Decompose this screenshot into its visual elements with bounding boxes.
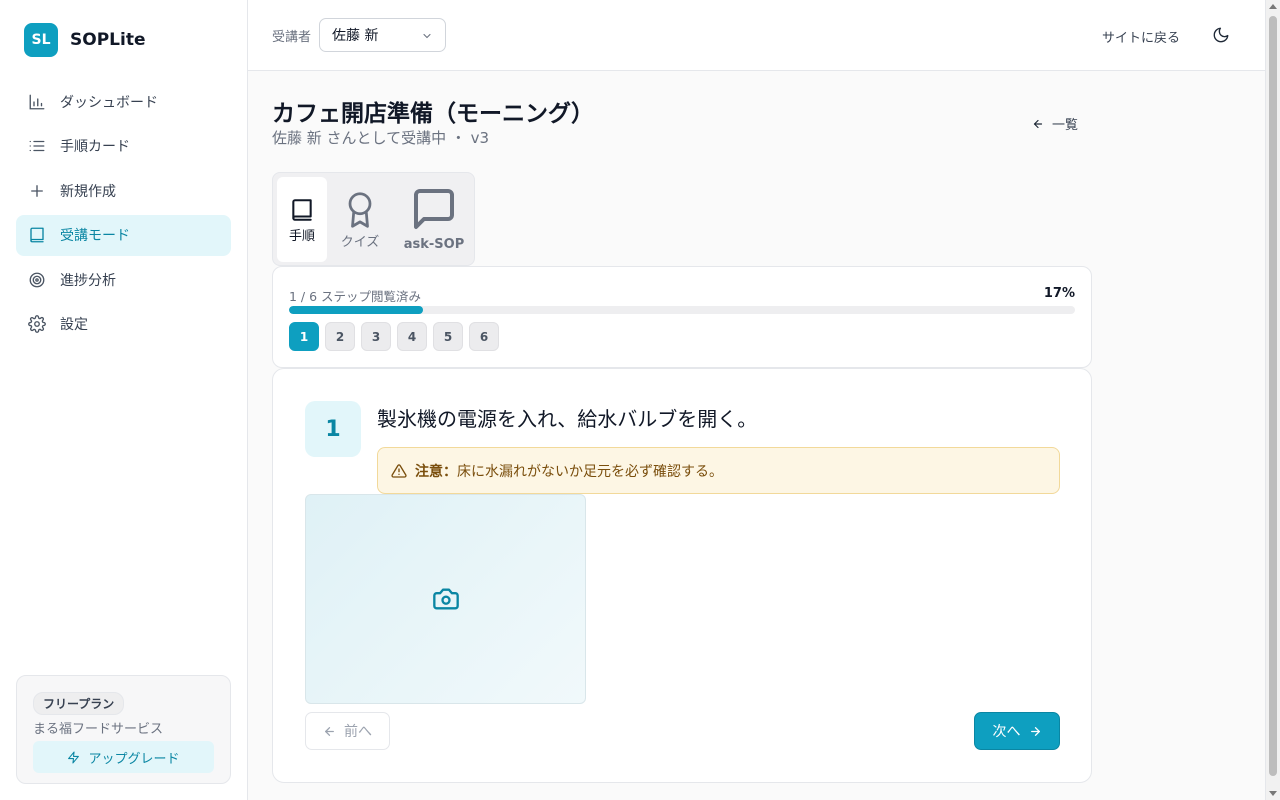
tab-ask-sop[interactable]: ask-SOP (399, 177, 469, 262)
learner-select[interactable]: 佐藤 新 (319, 18, 446, 52)
sidebar-item-label: ダッシュボード (60, 94, 158, 111)
progress-text: 1 / 6 ステップ閲覧済み (289, 289, 422, 304)
list-icon (29, 140, 45, 152)
step-navigator: 1 2 3 4 5 6 (289, 322, 499, 351)
plan-badge: フリープラン (33, 692, 125, 715)
step-button-1[interactable]: 1 (289, 322, 319, 351)
step-button-6[interactable]: 6 (469, 322, 499, 351)
lightning-icon (68, 751, 80, 763)
sidebar-item-settings[interactable]: 設定 (16, 304, 231, 345)
tab-procedure[interactable]: 手順 (277, 177, 327, 262)
sidebar-item-procedure-cards[interactable]: 手順カード (16, 126, 231, 167)
sidebar-item-label: 手順カード (60, 139, 130, 155)
tab-label: クイズ (340, 235, 380, 250)
back-to-list-link[interactable]: 一覧 (1032, 114, 1078, 133)
sidebar-item-learning-mode[interactable]: 受講モード (16, 214, 231, 256)
next-button[interactable]: 次へ (974, 712, 1060, 750)
sidebar-item-label: 新規作成 (60, 183, 116, 200)
learner-select-value: 佐藤 新 (332, 28, 379, 44)
mode-tabs: 手順 クイズ ask-SOP (272, 172, 475, 266)
step-button-3[interactable]: 3 (361, 322, 391, 351)
brand-name: SOPLite (70, 30, 146, 50)
step-number: 1 (305, 401, 361, 457)
sidebar-item-dashboard[interactable]: ダッシュボード (16, 81, 231, 122)
arrow-left-icon (325, 726, 334, 736)
sidebar: SL SOPLite ダッシュボード 手順カード 新規作成 受講モード 進捗分析… (0, 0, 248, 800)
tab-quiz[interactable]: クイズ (333, 177, 387, 262)
topbar: 受講者 佐藤 新 サイトに戻る (248, 0, 1265, 71)
bar-chart-icon (29, 94, 45, 109)
progress-bar-fill (289, 306, 423, 314)
message-square-icon (414, 189, 454, 229)
sidebar-nav: ダッシュボード 手順カード 新規作成 受講モード 進捗分析 設定 (16, 81, 231, 348)
warning-triangle-icon (391, 463, 407, 478)
sidebar-item-label: 進捗分析 (60, 272, 116, 289)
arrow-right-icon (1030, 726, 1040, 736)
progress-percent: 17% (1043, 286, 1075, 301)
arrow-left-icon (1033, 119, 1043, 128)
gear-icon (28, 315, 46, 333)
plan-card: フリープラン まる福フードサービス アップグレード (16, 675, 231, 784)
page-subtitle: 佐藤 新 さんとして受講中 ・ v3 (272, 129, 490, 147)
sidebar-item-progress-analytics[interactable]: 進捗分析 (16, 259, 231, 300)
plus-icon (31, 184, 43, 197)
step-card: 1 製氷機の電源を入れ、給水バルブを開く。 注意：床に水漏れがないか足元を必ず確… (272, 368, 1092, 783)
brand-logo: SL (24, 23, 58, 57)
target-icon (29, 272, 45, 287)
caution-alert: 注意：床に水漏れがないか足元を必ず確認する。 (377, 447, 1060, 494)
progress-card: 1 / 6 ステップ閲覧済み 17% 1 2 3 4 5 6 (272, 266, 1092, 368)
upgrade-button[interactable]: アップグレード (33, 741, 214, 773)
scroll-down-arrow-icon[interactable] (1269, 791, 1277, 796)
learner-label: 受講者 (272, 30, 312, 45)
award-icon (348, 192, 372, 228)
brand[interactable]: SL SOPLite (24, 23, 145, 57)
scroll-thumb[interactable] (1269, 16, 1277, 776)
previous-button[interactable]: 前へ (305, 712, 390, 750)
page-title: カフェ開店準備（モーニング） (272, 101, 594, 127)
book-icon (292, 199, 312, 221)
book-icon (30, 227, 44, 243)
progress-bar (289, 306, 1075, 314)
next-label: 次へ (992, 723, 1021, 739)
back-to-site-link[interactable]: サイトに戻る (1102, 27, 1180, 46)
upgrade-label: アップグレード (88, 750, 180, 766)
step-button-4[interactable]: 4 (397, 322, 427, 351)
organization-name: まる福フードサービス (33, 722, 164, 737)
chevron-down-icon (423, 33, 431, 39)
tab-label: 手順 (288, 229, 315, 244)
step-instruction: 製氷機の電源を入れ、給水バルブを開く。 (377, 407, 758, 431)
step-photo-placeholder[interactable] (305, 494, 586, 704)
sidebar-item-label: 設定 (60, 317, 88, 333)
sidebar-item-label: 受講モード (60, 228, 130, 244)
step-button-5[interactable]: 5 (433, 322, 463, 351)
caution-text: 床に水漏れがないか足元を必ず確認する。 (457, 463, 723, 480)
moon-icon[interactable] (1212, 26, 1230, 44)
previous-label: 前へ (344, 723, 372, 739)
caution-label: 注意： (415, 463, 457, 480)
tab-label: ask-SOP (403, 237, 465, 252)
sidebar-item-new[interactable]: 新規作成 (16, 170, 231, 211)
scroll-up-arrow-icon[interactable] (1269, 4, 1277, 9)
page-scrollbar[interactable] (1265, 0, 1280, 800)
back-to-list-label: 一覧 (1052, 118, 1079, 133)
camera-icon (432, 588, 459, 610)
step-button-2[interactable]: 2 (325, 322, 355, 351)
